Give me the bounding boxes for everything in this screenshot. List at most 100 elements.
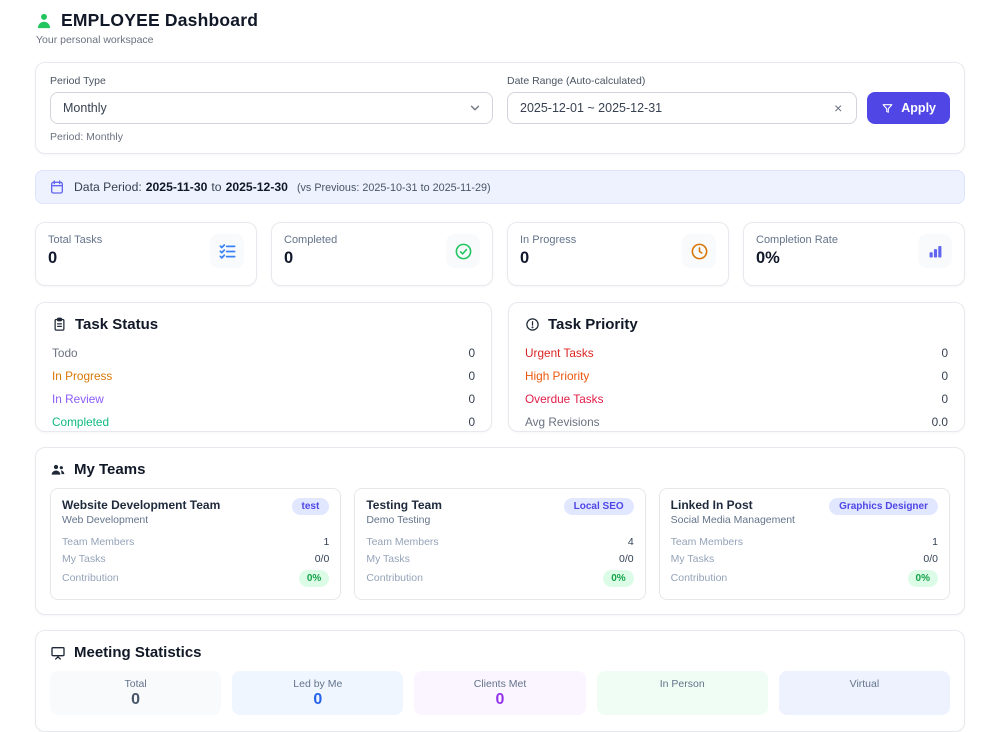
- check-circle-icon: [446, 234, 480, 268]
- meeting-stat-label: Clients Met: [422, 678, 577, 690]
- data-period-comparison: (vs Previous: 2025-10-31 to 2025-11-29): [297, 182, 491, 194]
- chevron-down-icon: [468, 101, 482, 115]
- task-priority-row-label: Urgent Tasks: [525, 346, 594, 360]
- team-contribution-label: Contribution: [366, 572, 423, 584]
- teams-row: Website Development Team Web Development…: [50, 488, 950, 600]
- team-contribution-badge: 0%: [299, 570, 329, 587]
- meeting-stat-label: Virtual: [787, 678, 942, 690]
- stat-card-value: 0%: [756, 249, 838, 268]
- stat-card: In Progress 0: [507, 222, 729, 286]
- task-status-row-value: 0: [468, 392, 475, 406]
- task-priority-row-value: 0: [941, 369, 948, 383]
- stat-card-value: 0: [284, 249, 337, 268]
- meeting-stat-value: [787, 691, 942, 710]
- task-status-title: Task Status: [75, 316, 158, 333]
- team-name: Testing Team: [366, 498, 442, 512]
- stat-cards-row: Total Tasks 0 Completed 0 In Progress 0: [35, 222, 965, 286]
- task-priority-panel: Task Priority Urgent Tasks 0 High Priori…: [508, 302, 965, 432]
- period-hint: Period: Monthly: [50, 131, 493, 143]
- presentation-board-icon: [50, 645, 66, 661]
- team-name: Linked In Post: [671, 498, 795, 512]
- stat-card: Completion Rate 0%: [743, 222, 965, 286]
- team-contribution-row: Contribution 0%: [62, 567, 329, 589]
- task-status-row-value: 0: [468, 369, 475, 383]
- team-tasks-label: My Tasks: [366, 553, 410, 565]
- team-tasks-row: My Tasks 0/0: [366, 550, 633, 567]
- team-contribution-label: Contribution: [62, 572, 119, 584]
- meeting-statistics-title: Meeting Statistics: [74, 644, 202, 661]
- task-priority-rows: Urgent Tasks 0 High Priority 0 Overdue T…: [525, 341, 948, 433]
- date-range-value: 2025-12-01 ~ 2025-12-31: [520, 101, 662, 115]
- date-range-input[interactable]: 2025-12-01 ~ 2025-12-31 ×: [507, 92, 857, 124]
- team-name: Website Development Team: [62, 498, 220, 512]
- clear-date-icon[interactable]: ×: [830, 99, 846, 117]
- period-type-select[interactable]: Monthly: [50, 92, 493, 124]
- meeting-tiles-row: Total 0 Led by Me 0 Clients Met 0 In Per…: [50, 671, 950, 715]
- employee-user-icon: [35, 12, 53, 30]
- meeting-stat-tile: Virtual: [779, 671, 950, 715]
- meeting-stat-value: [605, 691, 760, 710]
- data-period-text: Data Period: 2025-11-30 to 2025-12-30 (v…: [74, 180, 491, 194]
- stat-card: Completed 0: [271, 222, 493, 286]
- checklist-icon: [210, 234, 244, 268]
- team-tasks-value: 0/0: [315, 553, 330, 565]
- team-members-label: Team Members: [62, 536, 134, 548]
- team-category: Web Development: [62, 514, 220, 526]
- clipboard-icon: [52, 317, 67, 332]
- meeting-stat-tile: In Person: [597, 671, 768, 715]
- team-card: Website Development Team Web Development…: [50, 488, 341, 600]
- meeting-stat-value: 0: [422, 691, 577, 710]
- apply-button[interactable]: Apply: [867, 92, 950, 124]
- period-type-value: Monthly: [63, 101, 107, 115]
- my-teams-panel: My Teams Website Development Team Web De…: [35, 447, 965, 615]
- team-tasks-row: My Tasks 0/0: [62, 550, 329, 567]
- stat-card-label: Total Tasks: [48, 234, 102, 246]
- my-teams-title: My Teams: [74, 461, 145, 478]
- team-tasks-label: My Tasks: [62, 553, 106, 565]
- task-priority-row-label: High Priority: [525, 369, 589, 383]
- task-status-row: In Review 0: [52, 387, 475, 410]
- stat-card-value: 0: [48, 249, 102, 268]
- team-tasks-value: 0/0: [923, 553, 938, 565]
- page-header: EMPLOYEE Dashboard Your personal workspa…: [35, 10, 965, 46]
- task-status-row-label: Todo: [52, 346, 78, 360]
- task-priority-row-value: 0.0: [932, 415, 948, 429]
- team-members-row: Team Members 1: [671, 533, 938, 550]
- meeting-stat-value: 0: [240, 691, 395, 710]
- team-tasks-label: My Tasks: [671, 553, 715, 565]
- team-contribution-badge: 0%: [908, 570, 938, 587]
- task-status-row: Completed 0: [52, 410, 475, 433]
- stat-card-label: In Progress: [520, 234, 576, 246]
- task-status-row-label: In Progress: [52, 369, 112, 383]
- team-contribution-badge: 0%: [603, 570, 633, 587]
- task-priority-row: Avg Revisions 0.0: [525, 410, 948, 433]
- meeting-statistics-panel: Meeting Statistics Total 0 Led by Me 0 C…: [35, 630, 965, 732]
- team-card: Linked In Post Social Media Management G…: [659, 488, 950, 600]
- clock-icon: [682, 234, 716, 268]
- data-period-start: 2025-11-30: [146, 180, 208, 194]
- filter-panel: Period Type Monthly Period: Monthly Date…: [35, 62, 965, 154]
- data-period-banner: Data Period: 2025-11-30 to 2025-12-30 (v…: [35, 170, 965, 204]
- meeting-stat-label: In Person: [605, 678, 760, 690]
- meeting-stat-value: 0: [58, 691, 213, 710]
- alert-circle-icon: [525, 317, 540, 332]
- team-members-label: Team Members: [671, 536, 743, 548]
- period-type-label: Period Type: [50, 75, 493, 87]
- task-priority-row-label: Avg Revisions: [525, 415, 600, 429]
- team-role-badge: test: [292, 498, 330, 515]
- team-tasks-value: 0/0: [619, 553, 634, 565]
- page-title: EMPLOYEE Dashboard: [61, 10, 258, 31]
- data-period-prefix: Data Period:: [74, 180, 142, 194]
- stat-card-label: Completion Rate: [756, 234, 838, 246]
- team-contribution-row: Contribution 0%: [366, 567, 633, 589]
- team-category: Social Media Management: [671, 514, 795, 526]
- team-contribution-row: Contribution 0%: [671, 567, 938, 589]
- team-card: Testing Team Demo Testing Local SEO Team…: [354, 488, 645, 600]
- team-members-value: 1: [932, 536, 938, 548]
- stat-card-label: Completed: [284, 234, 337, 246]
- stat-card: Total Tasks 0: [35, 222, 257, 286]
- meeting-stat-label: Led by Me: [240, 678, 395, 690]
- status-priority-row: Task Status Todo 0 In Progress 0 In Revi…: [35, 302, 965, 432]
- calendar-icon: [49, 179, 65, 195]
- date-range-label: Date Range (Auto-calculated): [507, 75, 950, 87]
